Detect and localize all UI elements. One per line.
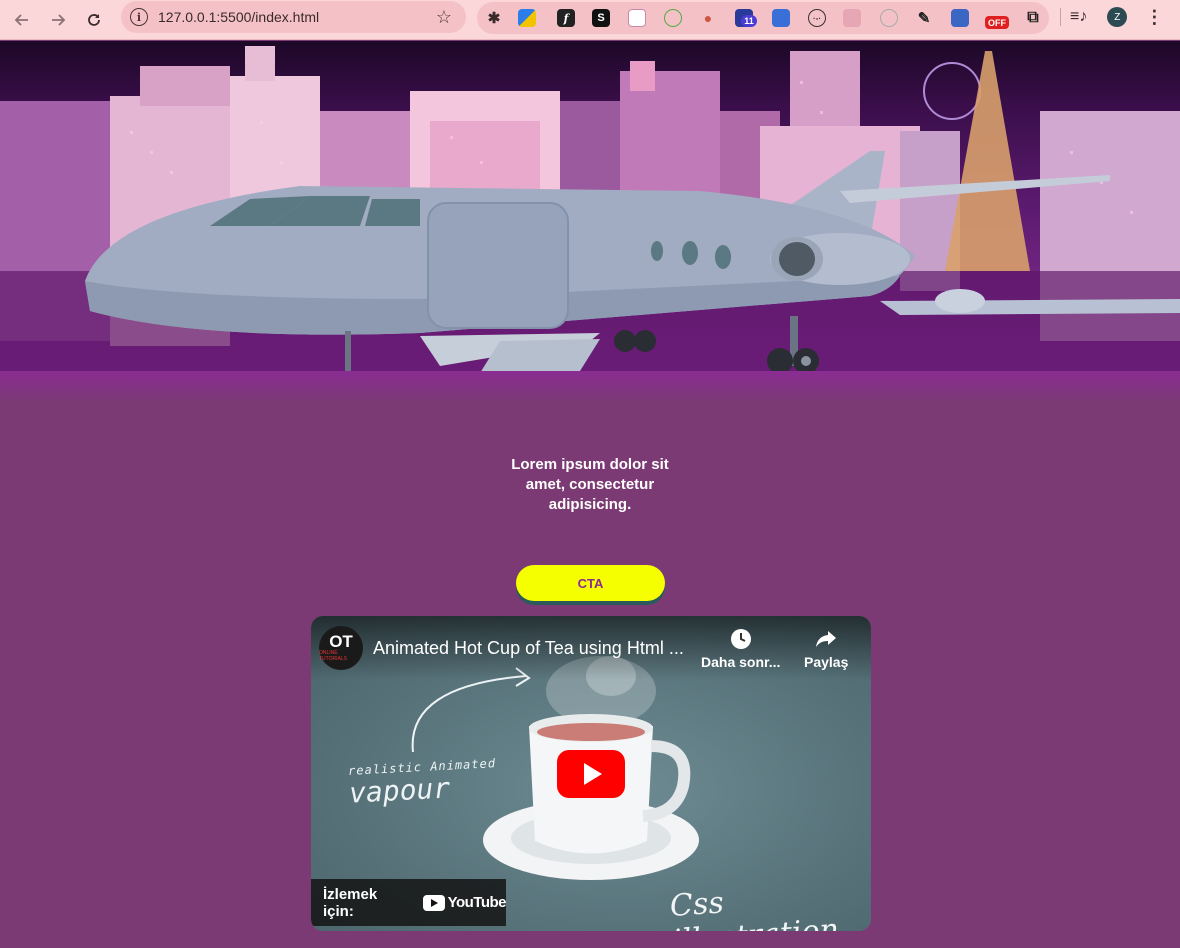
phone-extension-icon[interactable]: [772, 9, 790, 27]
reload-button[interactable]: [76, 2, 112, 38]
code-extension-icon[interactable]: ·-·: [808, 9, 826, 27]
arrow-right-icon: [52, 13, 66, 26]
watch-later-label: Daha sonr...: [701, 654, 781, 670]
grid-extension-icon[interactable]: [843, 9, 861, 27]
channel-logo-text: OT: [329, 632, 353, 651]
back-button[interactable]: [4, 2, 40, 38]
off-extension-badge[interactable]: OFF: [985, 16, 1009, 29]
extension-badge: 11: [741, 15, 757, 27]
play-button[interactable]: [557, 750, 625, 798]
picker-extension-icon[interactable]: ✎: [915, 9, 933, 27]
puzzle-extensions-icon[interactable]: ⧉: [1024, 9, 1042, 27]
city-skyline-image: [0, 46, 1180, 398]
extensions-bar: ✱ f S ● 11 ·-· ✎ OFF ⧉: [477, 2, 1049, 34]
watch-on-youtube-button[interactable]: İzlemek için: YouTube: [311, 879, 507, 926]
channel-logo[interactable]: OT ONLINE TUTORIALS: [319, 626, 363, 670]
s-extension-icon[interactable]: S: [592, 9, 610, 27]
profile-avatar[interactable]: Z: [1107, 7, 1128, 27]
headline-text: Lorem ipsum dolor sit amet, consectetur …: [511, 456, 669, 513]
overlay-text-large: vapour: [348, 771, 451, 810]
bookmark-star-icon[interactable]: ☆: [436, 7, 452, 28]
browser-toolbar: i 127.0.0.1:5500/index.html ☆ ✱ f S ● 11…: [0, 0, 1180, 40]
window-extension-icon[interactable]: [628, 9, 646, 27]
play-icon: [584, 763, 602, 785]
url-text: 127.0.0.1:5500/index.html: [158, 9, 320, 25]
cta-button[interactable]: CTA: [516, 565, 665, 601]
share-label: Paylaş: [804, 654, 849, 670]
youtube-logo: YouTube: [422, 894, 507, 911]
channel-logo-sub: ONLINE TUTORIALS: [319, 650, 347, 662]
watch-on-label: İzlemek için:: [323, 885, 378, 920]
compass-extension-icon[interactable]: [664, 9, 682, 27]
video-title[interactable]: Animated Hot Cup of Tea using Html ...: [373, 638, 685, 659]
site-info-icon[interactable]: i: [130, 8, 148, 26]
media-playlist-icon[interactable]: ≡♪: [1070, 8, 1087, 26]
bug-extension-icon[interactable]: ✱: [485, 9, 503, 27]
share-arrow-icon: [815, 628, 837, 650]
clock-icon: [730, 628, 752, 650]
browser-menu-icon[interactable]: ⋮: [1145, 7, 1163, 28]
font-extension-icon[interactable]: f: [557, 9, 575, 27]
forward-button[interactable]: [40, 2, 76, 38]
hero-banner: [0, 41, 1180, 403]
youtube-embed[interactable]: realistic Animated vapour Css illustrati…: [311, 616, 871, 931]
translate-extension-icon[interactable]: [951, 9, 969, 27]
shield-extension-icon[interactable]: ●: [699, 9, 717, 27]
hero-ground-strip: [0, 371, 1180, 403]
youtube-wordmark: YouTube: [447, 894, 507, 911]
watch-later-button[interactable]: Daha sonr...: [701, 628, 780, 670]
colorzilla-extension-icon[interactable]: [518, 9, 536, 27]
arrow-left-icon: [14, 13, 28, 26]
timer-extension-icon[interactable]: [880, 9, 898, 27]
share-button[interactable]: Paylaş: [804, 628, 848, 670]
youtube-play-icon: [422, 894, 445, 911]
toolbar-separator: [1060, 8, 1061, 26]
reload-icon: [88, 13, 100, 26]
address-bar[interactable]: i 127.0.0.1:5500/index.html ☆: [121, 1, 466, 33]
